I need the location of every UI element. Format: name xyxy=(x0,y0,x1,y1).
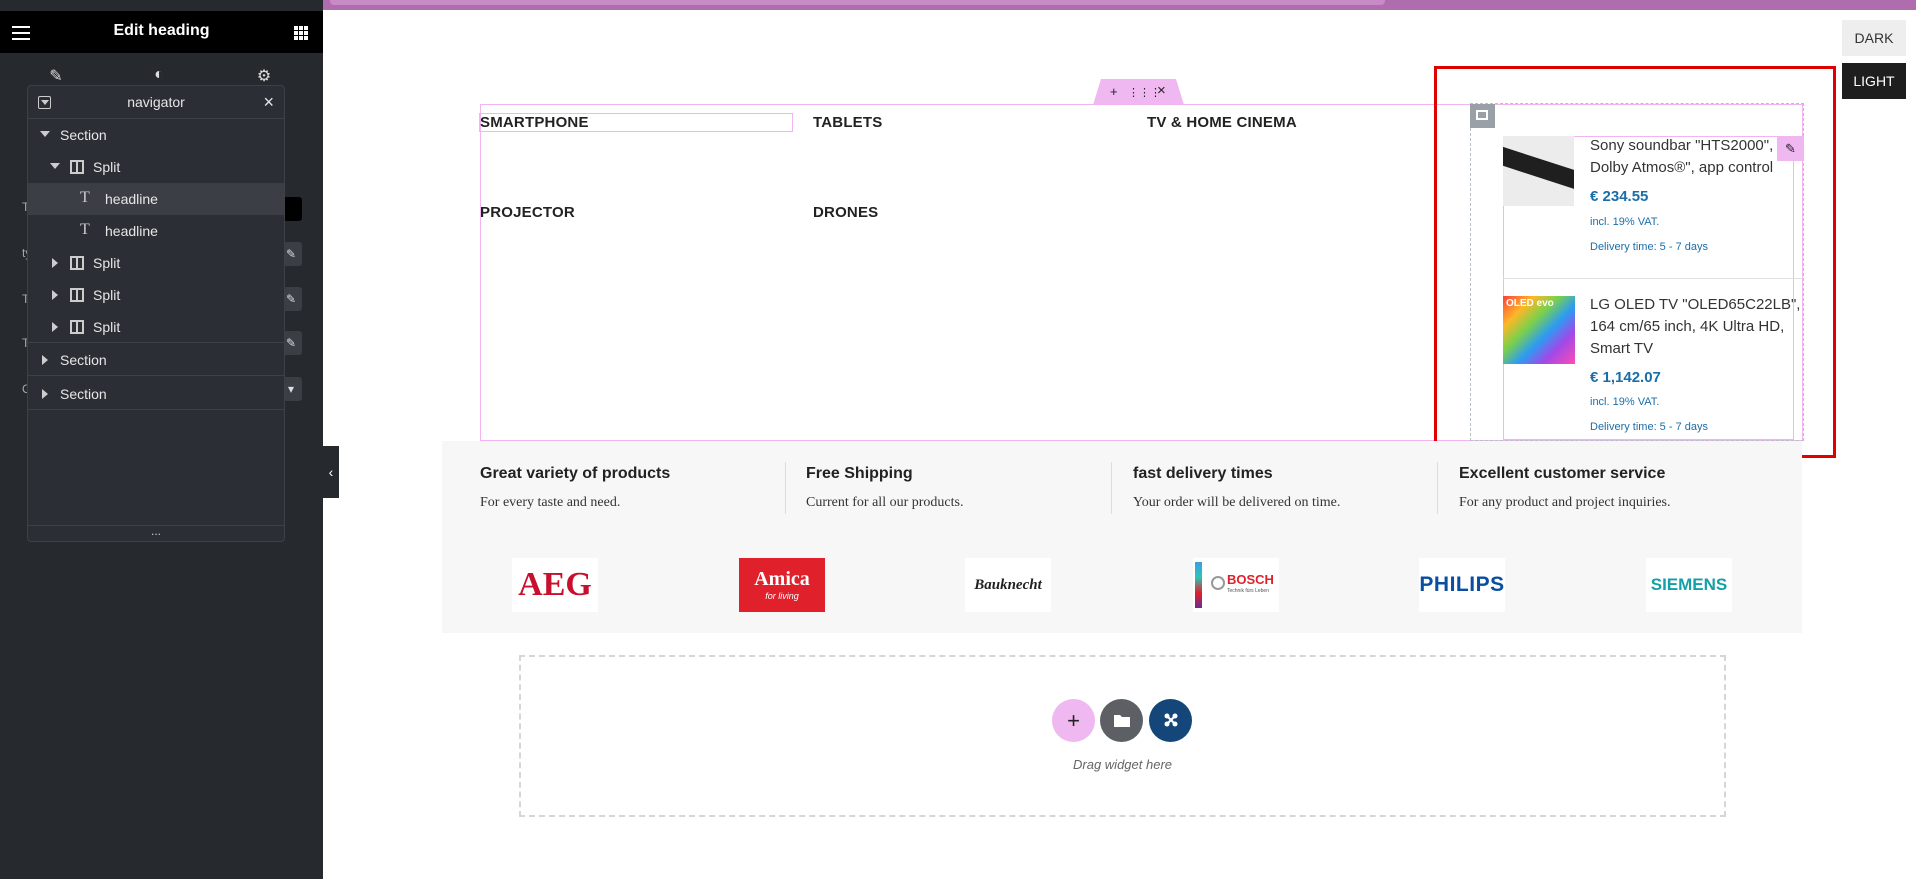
brand-logo-amica[interactable]: Amica for living xyxy=(739,558,825,612)
feature-title: Great variety of products xyxy=(480,465,671,482)
category-heading-tv-home-cinema[interactable]: TV & HOME CINEMA xyxy=(1147,114,1297,131)
widgets-grid-icon[interactable] xyxy=(294,26,308,40)
close-icon[interactable]: × xyxy=(1157,82,1166,99)
category-heading-tablets[interactable]: TABLETS xyxy=(813,114,882,131)
navigator-item-label: Section xyxy=(60,386,107,402)
split-column-icon xyxy=(70,288,84,302)
navigator-item-label: headline xyxy=(105,191,158,207)
navigator-item-headline[interactable]: T headline xyxy=(28,215,284,247)
category-heading-projector[interactable]: PROJECTOR xyxy=(480,204,575,221)
close-icon[interactable]: × xyxy=(263,92,274,113)
feature-divider xyxy=(785,462,786,514)
addon-button[interactable] xyxy=(1149,699,1192,742)
feature-title: Excellent customer service xyxy=(1459,465,1666,482)
caret-right-icon[interactable] xyxy=(52,258,58,268)
navigator-header[interactable]: navigator × xyxy=(28,86,284,119)
navigator-item-section[interactable]: Section xyxy=(28,344,284,376)
navigator-item-split[interactable]: Split xyxy=(28,247,284,279)
contrast-icon[interactable]: ◐ xyxy=(150,66,168,84)
category-heading-smartphone[interactable]: SMARTPHONE xyxy=(480,114,589,131)
feature-divider xyxy=(1437,462,1438,514)
feature-description: For any product and project inquiries. xyxy=(1459,495,1671,510)
brand-logo-text: BOSCH xyxy=(1227,572,1274,587)
drop-zone-label: Drag widget here xyxy=(1073,757,1172,772)
split-column-icon xyxy=(70,256,84,270)
category-heading-drones[interactable]: DRONES xyxy=(813,204,878,221)
template-library-button[interactable] xyxy=(1100,699,1143,742)
navigator-window: navigator × Section Split T headline T h… xyxy=(27,85,285,542)
highlight-box xyxy=(1434,66,1836,458)
navigator-item-label: Split xyxy=(93,287,121,303)
gear-icon[interactable]: ⚙ xyxy=(255,66,273,85)
folder-icon xyxy=(1113,715,1130,727)
caret-right-icon[interactable] xyxy=(42,355,48,365)
brand-logo-aeg[interactable]: AEG xyxy=(512,558,598,612)
joomla-icon xyxy=(1164,713,1177,727)
brand-logo-philips[interactable]: PHILIPS xyxy=(1419,558,1505,612)
pencil-icon[interactable]: ✎ xyxy=(47,66,65,85)
navigator-item-label: Split xyxy=(93,255,121,271)
add-widget-button[interactable]: + xyxy=(1052,699,1095,742)
brand-logo-bauknecht[interactable]: Bauknecht xyxy=(965,558,1051,612)
navigator-item-headline-active[interactable]: T headline xyxy=(28,183,284,215)
split-column-icon xyxy=(70,160,84,174)
caret-right-icon[interactable] xyxy=(52,290,58,300)
brand-logo-tagline: for living xyxy=(765,591,799,601)
navigator-item-label: Section xyxy=(60,127,107,143)
navigator-item-split[interactable]: Split xyxy=(28,311,284,343)
navigator-item-label: headline xyxy=(105,223,158,239)
section-handle[interactable]: + ⋮⋮⋮ × xyxy=(1093,79,1184,105)
heading-t-icon: T xyxy=(80,189,90,206)
brand-logo-siemens[interactable]: SIEMENS xyxy=(1646,558,1732,612)
navigator-item-label: Split xyxy=(93,159,121,175)
caret-right-icon[interactable] xyxy=(42,389,48,399)
panel-header: Edit heading xyxy=(0,11,323,53)
feature-title: fast delivery times xyxy=(1133,465,1273,482)
brand-logo-tagline: Technik fürs Leben xyxy=(1227,588,1269,594)
add-section-icon[interactable]: + xyxy=(1110,84,1118,99)
navigator-item-label: Split xyxy=(93,319,121,335)
navigator-item-section[interactable]: Section xyxy=(28,119,284,151)
caret-down-icon[interactable] xyxy=(40,131,50,137)
feature-title: Free Shipping xyxy=(806,465,913,482)
split-column-icon xyxy=(70,320,84,334)
light-mode-button[interactable]: LIGHT xyxy=(1842,63,1906,99)
navigator-resize-handle[interactable]: ... xyxy=(28,525,284,541)
navigator-item-split[interactable]: Split xyxy=(28,279,284,311)
panel-title: Edit heading xyxy=(113,22,210,39)
brand-logo-text: Amica xyxy=(754,568,810,590)
feature-description: For every taste and need. xyxy=(480,495,621,510)
top-bar-handle xyxy=(330,0,1385,5)
navigator-item-label: Section xyxy=(60,352,107,368)
heading-t-icon: T xyxy=(80,221,90,238)
caret-down-icon[interactable] xyxy=(50,163,60,169)
feature-description: Your order will be delivered on time. xyxy=(1133,495,1341,510)
feature-description: Current for all our products. xyxy=(806,495,964,510)
navigator-item-split[interactable]: Split xyxy=(28,151,284,183)
bosch-armature-icon xyxy=(1211,576,1225,590)
feature-divider xyxy=(1111,462,1112,514)
brand-logo-bosch[interactable]: BOSCH Technik fürs Leben xyxy=(1193,558,1279,612)
dark-mode-button[interactable]: DARK xyxy=(1842,20,1906,56)
bosch-stripe xyxy=(1195,562,1202,608)
navigator-title: navigator xyxy=(127,94,185,110)
navigator-item-section[interactable]: Section xyxy=(28,378,284,410)
panel-collapse-toggle[interactable]: ‹ xyxy=(323,446,339,498)
caret-right-icon[interactable] xyxy=(52,322,58,332)
